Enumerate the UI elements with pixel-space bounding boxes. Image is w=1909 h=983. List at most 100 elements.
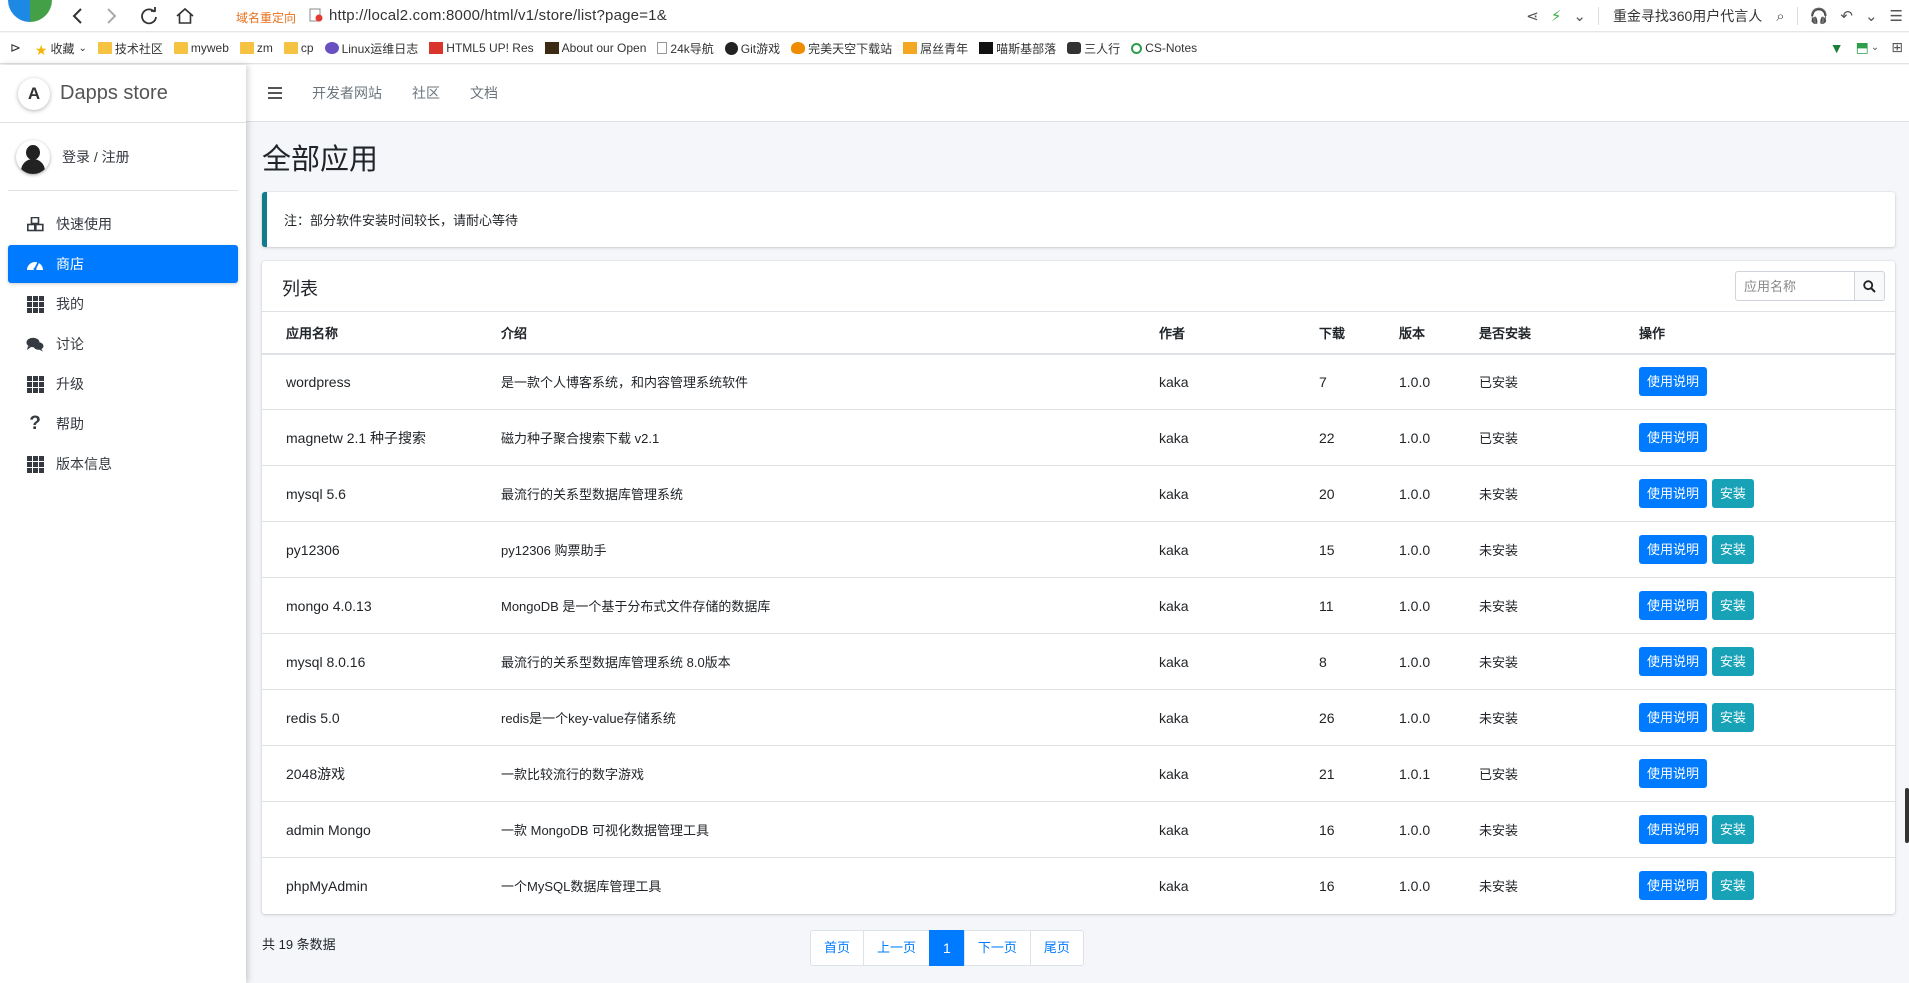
pagination-next[interactable]: 下一页 bbox=[963, 930, 1031, 966]
chevron-down-icon[interactable]: ⌄ bbox=[1573, 7, 1586, 25]
usage-guide-button[interactable]: 使用说明 bbox=[1639, 759, 1708, 788]
top-navbar: 开发者网站 社区 文档 bbox=[246, 65, 1909, 122]
extension-icon[interactable]: ⬒ bbox=[1856, 39, 1869, 56]
search-icon[interactable]: ⌕ bbox=[1776, 8, 1784, 25]
search-icon bbox=[1863, 279, 1876, 293]
bookmark-item[interactable]: myweb bbox=[173, 41, 229, 55]
bookmark-item[interactable]: Linux运维日志 bbox=[324, 40, 418, 57]
column-header-name[interactable]: 应用名称 bbox=[262, 311, 477, 355]
sidebar-item-help[interactable]: ? 帮助 bbox=[8, 405, 238, 443]
bookmark-item[interactable]: HTML5 UP! Res bbox=[429, 41, 534, 55]
brand-link[interactable]: A Dapps store bbox=[0, 65, 246, 123]
bookmark-item[interactable]: Git游戏 bbox=[724, 40, 780, 57]
bookmark-item[interactable]: 喵斯基部落 bbox=[979, 40, 1056, 57]
pagination-last[interactable]: 尾页 bbox=[1029, 930, 1084, 966]
app-version: 1.0.0 bbox=[1375, 633, 1455, 690]
hamburger-icon[interactable] bbox=[268, 87, 282, 99]
bookmark-item[interactable]: 24k导航 bbox=[657, 40, 714, 57]
share-icon[interactable]: ⋖ bbox=[1526, 7, 1539, 25]
usage-guide-button[interactable]: 使用说明 bbox=[1639, 815, 1708, 844]
sidebar-item-quick-start[interactable]: 快速使用 bbox=[8, 205, 238, 243]
sidebar-item-version-info[interactable]: 版本信息 bbox=[8, 445, 238, 483]
sidebar-item-store[interactable]: 商店 bbox=[8, 245, 238, 283]
bookmark-item[interactable]: ★ 收藏 ⌄ bbox=[35, 40, 87, 59]
login-register-link[interactable]: 登录 / 注册 bbox=[62, 147, 130, 167]
nav-link-community[interactable]: 社区 bbox=[412, 83, 440, 103]
nav-link-docs[interactable]: 文档 bbox=[470, 83, 498, 103]
app-version: 1.0.0 bbox=[1375, 577, 1455, 634]
column-header-installed[interactable]: 是否安装 bbox=[1455, 311, 1615, 355]
home-icon[interactable] bbox=[173, 4, 197, 28]
install-button[interactable]: 安装 bbox=[1711, 815, 1754, 844]
app-actions: 使用说明 bbox=[1615, 353, 1895, 410]
app-installed-status: 未安装 bbox=[1455, 857, 1615, 914]
bookmark-item[interactable]: 三人行 bbox=[1067, 40, 1120, 57]
bookmark-item[interactable]: cp bbox=[283, 41, 314, 55]
bookmark-item[interactable]: zm bbox=[239, 41, 273, 55]
column-header-author[interactable]: 作者 bbox=[1135, 311, 1295, 355]
bookmark-item[interactable]: About our Open bbox=[544, 41, 646, 55]
column-header-downloads[interactable]: 下载 bbox=[1295, 311, 1375, 355]
sidebar-item-upgrade[interactable]: 升级 bbox=[8, 365, 238, 403]
search-input[interactable] bbox=[1735, 271, 1855, 301]
vue-extension-icon[interactable]: ▼ bbox=[1830, 40, 1844, 56]
back-icon[interactable] bbox=[66, 4, 90, 28]
column-header-desc[interactable]: 介绍 bbox=[477, 311, 1135, 355]
app-table: 应用名称 介绍 作者 下载 版本 是否安装 操作 wordpress 是一款个人… bbox=[262, 311, 1895, 914]
usage-guide-button[interactable]: 使用说明 bbox=[1639, 535, 1708, 564]
forward-icon[interactable] bbox=[99, 4, 123, 28]
domain-redirect-label[interactable]: 域名重定向 bbox=[236, 9, 296, 26]
site-icon bbox=[324, 42, 339, 54]
brand-logo: A bbox=[18, 77, 50, 110]
column-header-actions[interactable]: 操作 bbox=[1615, 311, 1895, 355]
ad-text[interactable]: 重金寻找360用户代言人 bbox=[1613, 6, 1762, 26]
pagination-first[interactable]: 首页 bbox=[810, 930, 865, 966]
usage-guide-button[interactable]: 使用说明 bbox=[1639, 479, 1708, 508]
bookmark-item[interactable]: 屌丝青年 bbox=[903, 40, 968, 57]
search-button[interactable] bbox=[1855, 271, 1885, 301]
usage-guide-button[interactable]: 使用说明 bbox=[1639, 647, 1708, 676]
menu-icon[interactable]: ☰ bbox=[1890, 7, 1903, 25]
usage-guide-button[interactable]: 使用说明 bbox=[1639, 703, 1708, 732]
install-button[interactable]: 安装 bbox=[1711, 591, 1754, 620]
brand-text: Dapps store bbox=[60, 82, 168, 104]
total-count: 共 19 条数据 bbox=[262, 937, 336, 952]
bookmark-item[interactable]: 技术社区 bbox=[97, 40, 163, 57]
undo-icon[interactable]: ↶ bbox=[1840, 7, 1853, 25]
pagination-page-1[interactable]: 1 bbox=[929, 930, 965, 966]
table-row: redis 5.0 redis是一个key-value存储系统 kaka 26 … bbox=[262, 689, 1895, 746]
sidebar-toggle-icon[interactable]: ⊳ bbox=[10, 40, 21, 56]
app-desc: 一个MySQL数据库管理工具 bbox=[477, 857, 1135, 914]
usage-guide-button[interactable]: 使用说明 bbox=[1639, 367, 1708, 397]
app-name: admin Mongo bbox=[262, 801, 477, 858]
site-icon bbox=[1131, 42, 1143, 54]
usage-guide-button[interactable]: 使用说明 bbox=[1639, 423, 1708, 452]
app-desc: 是一款个人博客系统，和内容管理系统软件 bbox=[477, 353, 1135, 410]
nav-link-developer-site[interactable]: 开发者网站 bbox=[312, 83, 382, 103]
page-title: 全部应用 bbox=[262, 144, 379, 176]
app-installed-status: 已安装 bbox=[1455, 745, 1615, 802]
headphones-icon[interactable]: 🎧 bbox=[1810, 7, 1829, 25]
scrollbar-thumb[interactable] bbox=[1905, 788, 1909, 843]
chevron-down-icon[interactable]: ⌄ bbox=[1871, 42, 1879, 53]
chevron-down-icon[interactable]: ⌄ bbox=[1865, 7, 1878, 25]
browser-logo-icon[interactable] bbox=[8, 0, 52, 22]
app-installed-status: 未安装 bbox=[1455, 633, 1615, 690]
install-button[interactable]: 安装 bbox=[1711, 479, 1754, 508]
install-button[interactable]: 安装 bbox=[1711, 703, 1754, 732]
install-button[interactable]: 安装 bbox=[1711, 871, 1754, 901]
bookmark-item[interactable]: 完美天空下载站 bbox=[791, 40, 892, 57]
column-header-version[interactable]: 版本 bbox=[1375, 311, 1455, 355]
reload-icon[interactable] bbox=[137, 4, 161, 28]
sidebar-item-mine[interactable]: 我的 bbox=[8, 285, 238, 323]
pagination-prev[interactable]: 上一页 bbox=[863, 930, 931, 966]
sidebar-item-discussion[interactable]: 讨论 bbox=[8, 325, 238, 363]
address-bar[interactable]: http://local2.com:8000/html/v1/store/lis… bbox=[329, 7, 667, 24]
usage-guide-button[interactable]: 使用说明 bbox=[1639, 591, 1708, 620]
lightning-icon[interactable]: ⚡ bbox=[1551, 7, 1562, 25]
install-button[interactable]: 安装 bbox=[1711, 535, 1754, 564]
apps-grid-icon[interactable]: ⊞ bbox=[1891, 39, 1903, 56]
install-button[interactable]: 安装 bbox=[1711, 647, 1754, 676]
usage-guide-button[interactable]: 使用说明 bbox=[1639, 871, 1708, 901]
bookmark-item[interactable]: CS-Notes bbox=[1131, 41, 1197, 55]
